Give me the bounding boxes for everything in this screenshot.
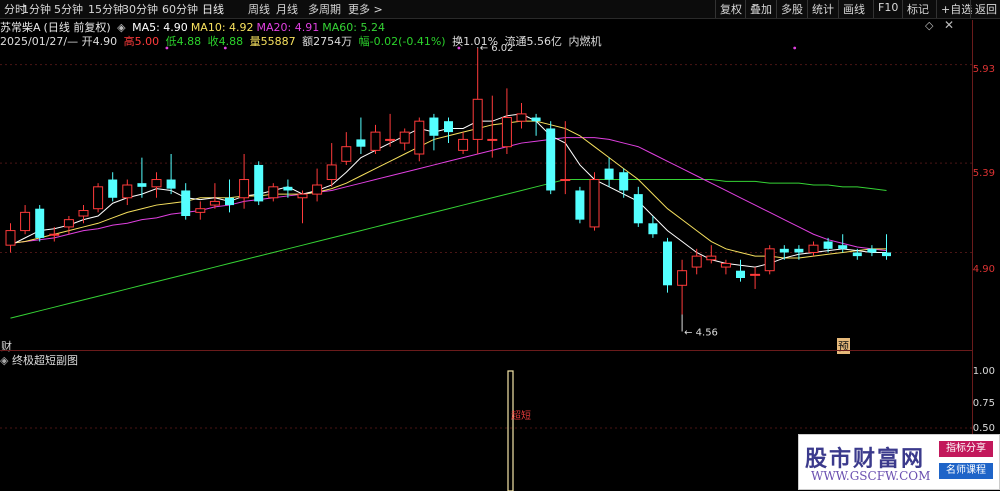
candle[interactable] (882, 234, 891, 260)
candle[interactable] (516, 102, 527, 129)
tool-button-1[interactable]: 叠加 (750, 1, 772, 17)
toolbar-separator (936, 0, 937, 18)
candle[interactable] (444, 117, 453, 144)
y-tick-label: 4.90 (972, 264, 995, 275)
tab-3[interactable]: 15分钟 (88, 1, 124, 17)
candle[interactable] (225, 179, 234, 213)
tool-button-8[interactable]: 返回 (975, 1, 997, 17)
sub-y-tick-label: 0.75 (972, 398, 995, 409)
toolbar-separator (838, 0, 839, 18)
candle[interactable] (720, 259, 731, 275)
candle[interactable] (619, 168, 629, 198)
price-annotation: ← 4.56 (684, 327, 718, 338)
event-dot (793, 46, 797, 50)
tool-button-5[interactable]: F10 (878, 1, 898, 14)
tab-9[interactable]: 多周期 (308, 1, 341, 17)
candle[interactable] (370, 124, 381, 154)
event-dot (165, 46, 169, 50)
candle[interactable] (166, 154, 176, 195)
period-toolbar: 分时 1分钟 5分钟 15分钟 30分钟 60分钟 日线 周线 月线 多周期 更多 > 复权 叠加 多股统… (0, 0, 1000, 19)
tab-5[interactable]: 60分钟 (162, 1, 198, 17)
candle[interactable] (663, 237, 672, 293)
signal-label: 超短 (511, 409, 531, 422)
candle[interactable] (151, 172, 162, 198)
candle[interactable] (108, 172, 118, 202)
ma60-line (10, 179, 887, 319)
candle[interactable] (560, 121, 571, 195)
toolbar-separator (873, 0, 874, 18)
candle[interactable] (5, 223, 16, 253)
candle[interactable] (326, 143, 337, 187)
candle[interactable] (501, 88, 512, 154)
candle[interactable] (341, 132, 352, 165)
candle[interactable] (458, 132, 469, 154)
candle[interactable] (808, 241, 819, 257)
candle[interactable] (122, 179, 133, 206)
candle[interactable] (589, 172, 600, 231)
tool-button-6[interactable]: 标记 (907, 1, 929, 17)
tab-8[interactable]: 月线 (276, 1, 298, 17)
candle[interactable] (677, 259, 688, 315)
candle[interactable] (867, 245, 877, 257)
y-tick-label: 5.39 (972, 168, 995, 179)
candle[interactable] (414, 117, 425, 162)
candle[interactable] (195, 201, 206, 220)
event-dot (223, 46, 227, 50)
price-axis: 5.93 5.39 4.90 1.00 0.75 0.50 (972, 20, 1000, 490)
toolbar-separator (902, 0, 903, 18)
candle[interactable] (472, 48, 483, 154)
kline-chart[interactable]: ← 6.02 ← 4.56 (0, 20, 972, 350)
tool-button-0[interactable]: 复权 (720, 1, 742, 17)
tab-6[interactable]: 日线 (202, 1, 224, 17)
tool-button-7[interactable]: +自选 (941, 1, 972, 17)
candle[interactable] (283, 179, 293, 198)
toolbar-separator (776, 0, 777, 18)
candle[interactable] (35, 205, 45, 242)
tab-4[interactable]: 30分钟 (122, 1, 158, 17)
candle[interactable] (429, 113, 439, 151)
candle[interactable] (764, 245, 775, 275)
sub-y-tick-label: 0.50 (972, 423, 995, 434)
toolbar-separator (970, 0, 971, 18)
candle[interactable] (750, 267, 761, 289)
candle[interactable] (736, 259, 745, 282)
candle[interactable] (93, 183, 104, 213)
price-annotation: ← 6.02 (480, 43, 514, 54)
candle[interactable] (604, 157, 614, 187)
candle[interactable] (239, 154, 250, 209)
tab-7[interactable]: 周线 (248, 1, 270, 17)
candle[interactable] (209, 183, 220, 209)
y-tick-label: 5.93 (972, 64, 995, 75)
tool-button-3[interactable]: 统计 (812, 1, 834, 17)
candle[interactable] (20, 205, 31, 235)
watermark-logo: 股市财富网 WWW.GSCFW.COM 指标分享 名师课程 (798, 434, 1000, 490)
candle[interactable] (268, 183, 279, 202)
sub-y-tick-label: 1.00 (972, 366, 995, 377)
candle[interactable] (487, 95, 498, 158)
candle[interactable] (356, 117, 366, 154)
tool-button-4[interactable]: 画线 (843, 1, 865, 17)
tool-button-2[interactable]: 多股 (781, 1, 803, 17)
candle[interactable] (181, 183, 191, 220)
candle[interactable] (399, 128, 410, 151)
event-dot (457, 46, 461, 50)
candle[interactable] (312, 168, 323, 202)
candle[interactable] (575, 186, 585, 224)
candle[interactable] (137, 157, 147, 198)
candle[interactable] (254, 161, 264, 206)
tab-10[interactable]: 更多 > (348, 1, 383, 17)
tab-2[interactable]: 5分钟 (54, 1, 83, 17)
candle[interactable] (838, 234, 848, 253)
candle[interactable] (546, 121, 556, 195)
candle[interactable] (691, 248, 702, 275)
toolbar-separator (745, 0, 746, 18)
toolbar-separator (807, 0, 808, 18)
candle[interactable] (633, 186, 643, 227)
tab-1[interactable]: 1分钟 (22, 1, 51, 17)
candle[interactable] (297, 190, 308, 224)
toolbar-separator (715, 0, 716, 18)
signal-bar (507, 370, 514, 491)
